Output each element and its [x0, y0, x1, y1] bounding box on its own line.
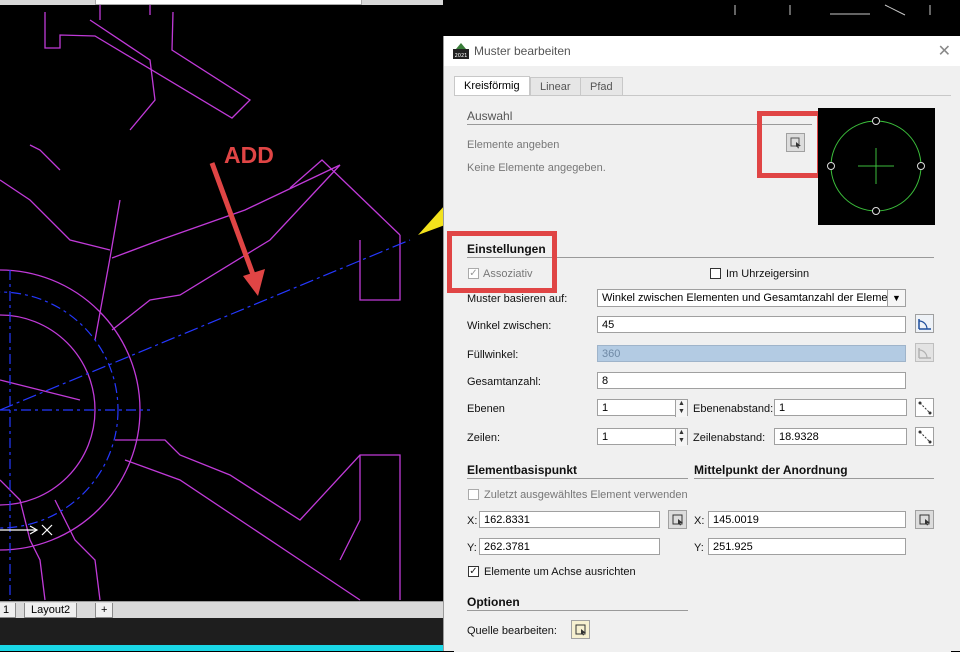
optionen-header: Optionen [467, 595, 520, 609]
zeilen-value: 1 [602, 431, 609, 443]
layout-tab-1[interactable]: 1 [0, 603, 17, 618]
elementbasispunkt-header: Elementbasispunkt [467, 463, 578, 477]
ebenen-spinner[interactable]: ▲ ▼ [675, 400, 687, 417]
mittel-y-label: Y: [694, 542, 704, 554]
edit-source-icon [575, 624, 586, 635]
add-layout-button[interactable]: + [95, 603, 114, 618]
pick-angle-button[interactable] [915, 314, 934, 333]
basis-x-label: X: [467, 515, 478, 527]
zeilen-spinner[interactable]: ▲ ▼ [675, 429, 687, 446]
fuellwinkel-input: 360 [597, 345, 906, 362]
zeilen-label: Zeilen: [467, 432, 501, 444]
pick-zeilenabstand-button[interactable] [915, 427, 934, 446]
pick-ebenenabstand-button[interactable] [915, 398, 934, 417]
distance-icon [918, 401, 931, 414]
zeilenabstand-input[interactable]: 18.9328 [774, 428, 907, 445]
svg-text:2021: 2021 [455, 53, 468, 59]
pick-fill-angle-button [915, 343, 934, 362]
assoziativ-checkbox[interactable]: ✓ [468, 268, 479, 279]
elemente-angeben-label: Elemente angeben [467, 139, 560, 151]
angle-icon [917, 318, 931, 330]
quelle-bearbeiten-label: Quelle bearbeiten: [467, 625, 557, 637]
zeilen-input[interactable]: 1 ▲ ▼ [597, 428, 688, 446]
annotation-add-label: ADD [224, 142, 274, 168]
zeilenabstand-label: Zeilenabstand: [693, 432, 766, 444]
fuellwinkel-label: Füllwinkel: [467, 349, 519, 361]
achse-ausrichten-checkbox[interactable]: ✓ [468, 566, 479, 577]
muster-basieren-value: Winkel zwischen Elementen und Gesamtanza… [602, 292, 903, 304]
distance-icon [918, 430, 931, 443]
gesamtanzahl-input[interactable]: 8 [597, 372, 906, 389]
pick-point-icon [919, 514, 930, 525]
dialog-title: Muster bearbeiten [474, 44, 571, 58]
pick-basis-point-button[interactable] [668, 510, 687, 529]
ebenenabstand-input[interactable]: 1 [774, 399, 907, 416]
layout-tab-layout2[interactable]: Layout2 [24, 603, 78, 618]
mittel-x-input[interactable]: 145.0019 [708, 511, 906, 528]
basis-y-label: Y: [467, 542, 477, 554]
autocad-app-icon: 2021 [453, 43, 469, 59]
gesamtanzahl-label: Gesamtanzahl: [467, 376, 541, 388]
tab-panel-kreisfoermig: Auswahl Elemente angeben Keine Elemente … [447, 95, 951, 652]
mittel-y-input[interactable]: 251.925 [708, 538, 906, 555]
tab-linear[interactable]: Linear [530, 77, 581, 97]
ebenen-value: 1 [602, 402, 609, 414]
command-line-area[interactable] [0, 618, 443, 651]
layout-tab-bar: 1 Layout2 + [0, 601, 443, 619]
mittel-x-label: X: [694, 515, 705, 527]
angle-icon-disabled [917, 347, 931, 359]
pick-point-icon [672, 514, 683, 525]
ebenen-label: Ebenen [467, 403, 505, 415]
highlight-einstellungen [447, 231, 557, 293]
uhrzeigersinn-checkbox[interactable] [710, 268, 721, 279]
basis-y-input[interactable]: 262.3781 [479, 538, 660, 555]
basis-x-input[interactable]: 162.8331 [479, 511, 660, 528]
ebenen-input[interactable]: 1 ▲ ▼ [597, 399, 688, 417]
tab-pfad[interactable]: Pfad [580, 77, 623, 97]
auswahl-header: Auswahl [467, 109, 513, 123]
muster-bearbeiten-dialog: 2021 Muster bearbeiten ✕ Kreisförmig Lin… [443, 36, 960, 652]
tab-kreisfoermig[interactable]: Kreisförmig [454, 76, 530, 97]
ebenenabstand-label: Ebenenabstand: [693, 403, 774, 415]
highlight-select-button [757, 111, 822, 178]
achse-ausrichten-label: Elemente um Achse ausrichten [484, 566, 636, 578]
muster-basieren-label: Muster basieren auf: [467, 293, 568, 305]
mittelpunkt-header: Mittelpunkt der Anordnung [694, 463, 848, 477]
muster-basieren-dropdown[interactable]: Winkel zwischen Elementen und Gesamtanza… [597, 289, 906, 307]
uhrzeigersinn-label: Im Uhrzeigersinn [726, 268, 810, 280]
pick-center-point-button[interactable] [915, 510, 934, 529]
pattern-preview [818, 108, 935, 225]
winkel-zwischen-input[interactable]: 45 [597, 316, 906, 333]
assoziativ-label: Assoziativ [483, 268, 533, 280]
winkel-zwischen-label: Winkel zwischen: [467, 320, 552, 332]
zuletzt-ausgewaehlt-checkbox[interactable] [468, 489, 479, 500]
zuletzt-ausgewaehlt-label: Zuletzt ausgewähltes Element verwenden [484, 489, 688, 501]
selection-status: Keine Elemente angegeben. [467, 162, 606, 174]
quelle-bearbeiten-button[interactable] [571, 620, 590, 639]
top-toolbar-strip [0, 0, 443, 5]
dialog-titlebar: 2021 Muster bearbeiten ✕ [444, 36, 960, 66]
chevron-down-icon: ▼ [887, 290, 905, 306]
close-icon[interactable]: ✕ [938, 41, 951, 61]
